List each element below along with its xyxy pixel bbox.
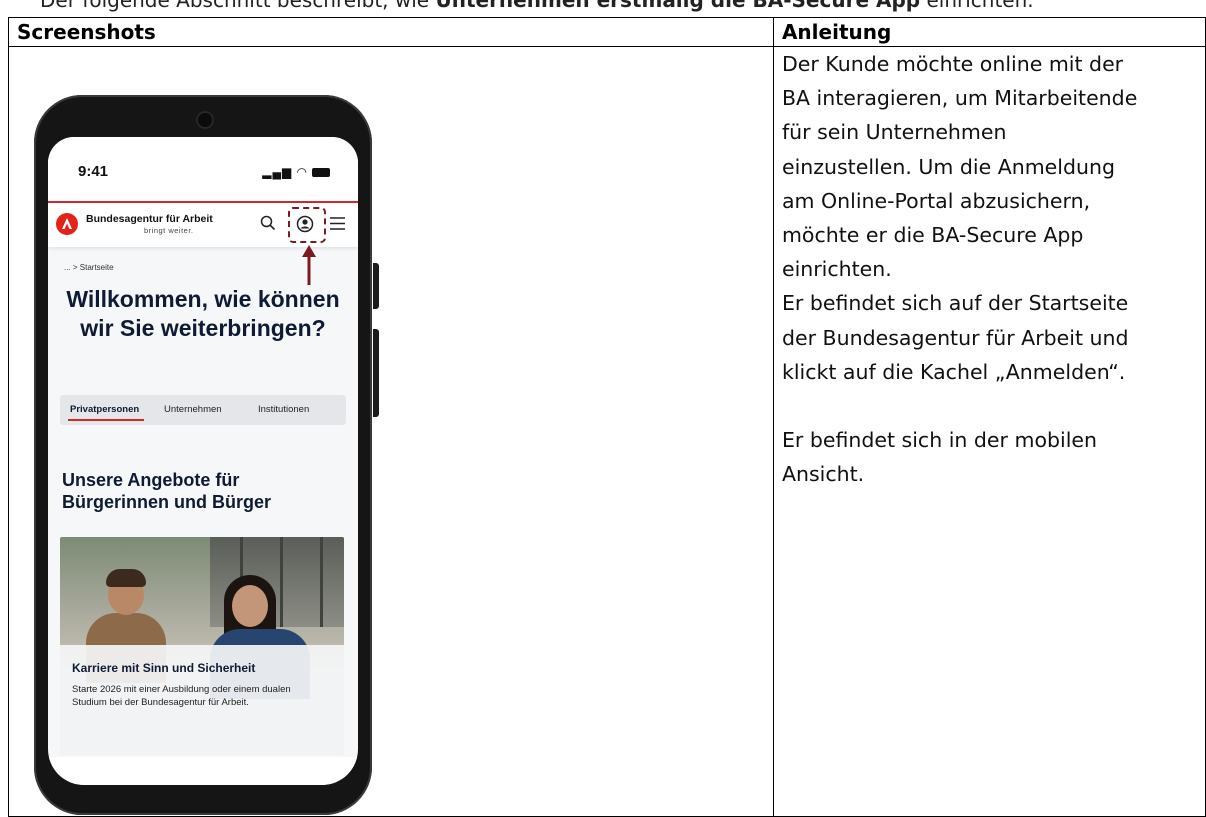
section-heading: Unsere Angebote für Bürgerinnen und Bürg… xyxy=(62,469,271,513)
phone-volume-button xyxy=(373,263,379,309)
instruction-line: für sein Unternehmen xyxy=(781,120,1007,145)
card-title[interactable]: Karriere mit Sinn und Sicherheit xyxy=(72,661,255,675)
instruction-text-2: Er befindet sich in der mobilen Ansicht. xyxy=(782,423,1199,491)
signal-wifi-battery-icons: ▂▄▆ ◠ xyxy=(262,165,330,179)
login-highlight-box xyxy=(288,207,326,243)
instruction-line: der Bundesagentur für Arbeit und xyxy=(781,325,1129,350)
instruction-cell: Der Kunde möchte online mit der BA intera… xyxy=(772,46,1206,817)
phone-camera xyxy=(198,113,212,127)
phone-screen: 9:41 ▂▄▆ ◠ Bundesagentur für Arbeit brin… xyxy=(48,137,358,785)
instruction-line: klickt auf die Kachel „Anmelden“. xyxy=(781,359,1126,384)
card-photo-person xyxy=(232,585,268,627)
instruction-line: einrichten. xyxy=(781,257,892,282)
instruction-line: BA interagieren, um Mitarbeitende xyxy=(781,86,1138,111)
instruction-line: Ansicht. xyxy=(781,462,865,487)
instruction-line: Der Kunde möchte online mit der xyxy=(781,52,1124,76)
screen-bottom xyxy=(48,757,358,785)
phone-power-button xyxy=(373,329,379,417)
instruction-line: Er befindet sich auf der Startseite xyxy=(781,291,1129,316)
instruction-gap xyxy=(782,389,1199,423)
card-photo-detail xyxy=(280,537,283,627)
cropped-intro-text: Der folgende Abschnitt beschreibt, wie U… xyxy=(0,0,1206,16)
tab-institutionen[interactable]: Institutionen xyxy=(258,404,309,415)
instruction-text: Der Kunde möchte online mit der BA intera… xyxy=(782,47,1199,389)
breadcrumb[interactable]: ... > Startseite xyxy=(64,263,114,272)
tab-unternehmen[interactable]: Unternehmen xyxy=(164,404,222,415)
intro-text-end: einrichten. xyxy=(920,0,1034,12)
menu-icon[interactable] xyxy=(329,216,346,231)
tab-privatpersonen[interactable]: Privatpersonen xyxy=(70,404,139,415)
brand-name[interactable]: Bundesagentur für Arbeit xyxy=(86,213,213,225)
audience-tabs: Privatpersonen Unternehmen Institutionen xyxy=(60,395,346,425)
search-icon[interactable] xyxy=(260,215,276,231)
title-line-1: Willkommen, wie können xyxy=(66,286,340,312)
screenshot-cell: 9:41 ▂▄▆ ◠ Bundesagentur für Arbeit brin… xyxy=(8,46,774,817)
page-title: Willkommen, wie können wir Sie weiterbri… xyxy=(48,285,358,343)
instruction-line: einzustellen. Um die Anmeldung xyxy=(781,154,1115,179)
card-photo-detail xyxy=(320,537,323,627)
ba-logo-icon[interactable] xyxy=(56,213,78,235)
status-bar: 9:41 ▂▄▆ ◠ xyxy=(48,137,358,201)
guide-table: Screenshots Anleitung 9:41 ▂▄▆ ◠ Bundesa… xyxy=(8,17,1206,817)
section-heading-line-2: Bürgerinnen und Bürger xyxy=(62,492,272,512)
card-photo-person xyxy=(106,569,146,587)
status-time: 9:41 xyxy=(78,163,109,180)
offer-card[interactable]: Karriere mit Sinn und Sicherheit Starte … xyxy=(60,537,344,755)
instruction-line: am Online-Portal abzusichern, xyxy=(781,188,1091,213)
instruction-line: möchte er die BA-Secure App xyxy=(781,223,1084,248)
brand-tagline: bringt weiter. xyxy=(144,226,194,235)
intro-text-bold: Unternehmen erstmalig die BA-Secure App xyxy=(435,0,921,12)
card-description: Starte 2026 mit einer Ausbildung oder ei… xyxy=(72,684,291,708)
intro-text-start: Der folgende Abschnitt beschreibt, wie xyxy=(40,0,436,12)
section-heading-line-1: Unsere Angebote für xyxy=(62,470,240,490)
title-line-2: wir Sie weiterbringen? xyxy=(80,315,326,341)
site-header: Bundesagentur für Arbeit bringt weiter. xyxy=(48,201,358,247)
battery-icon xyxy=(312,168,330,178)
active-tab-indicator xyxy=(68,419,144,421)
header-anleitung: Anleitung xyxy=(772,17,1206,47)
arrow-up-icon xyxy=(302,245,316,285)
header-screenshots: Screenshots xyxy=(8,17,774,47)
phone-mockup: 9:41 ▂▄▆ ◠ Bundesagentur für Arbeit brin… xyxy=(34,95,372,815)
instruction-line: Er befindet sich in der mobilen xyxy=(781,428,1098,453)
